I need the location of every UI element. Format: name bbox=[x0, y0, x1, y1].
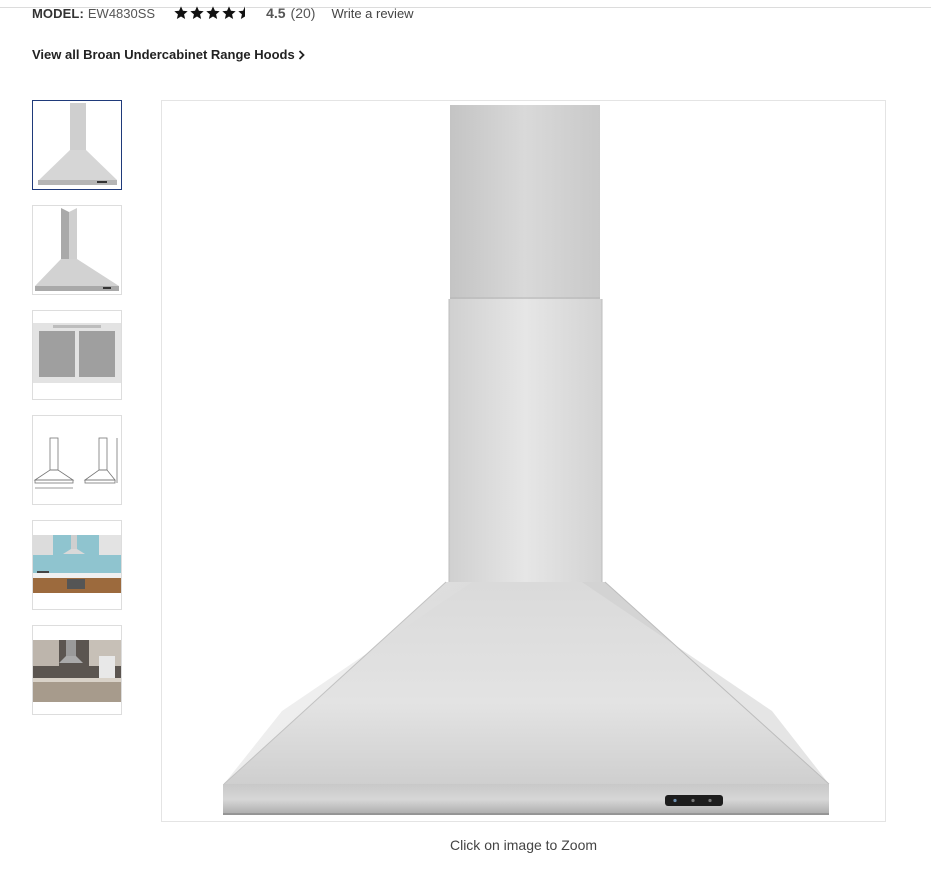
star-icon bbox=[174, 6, 188, 19]
rating-value: 4.5 bbox=[266, 5, 286, 21]
thumbnail-front-view[interactable] bbox=[32, 100, 122, 190]
range-hood-main-image bbox=[223, 105, 830, 815]
main-product-image[interactable] bbox=[161, 100, 886, 822]
thumbnail-filters-view[interactable] bbox=[32, 310, 122, 400]
view-all-collection-link[interactable]: View all Broan Undercabinet Range Hoods bbox=[32, 47, 305, 62]
dimensions-diagram-thumbnail bbox=[33, 416, 121, 504]
star-icon bbox=[222, 6, 236, 19]
range-hood-front-thumbnail bbox=[33, 101, 121, 189]
canopy-body bbox=[224, 582, 829, 784]
range-hood-angled-thumbnail bbox=[33, 206, 121, 294]
view-all-label: View all Broan Undercabinet Range Hoods bbox=[32, 47, 295, 62]
star-icon bbox=[190, 6, 204, 19]
chimney-upper bbox=[450, 105, 600, 299]
chimney-lower bbox=[449, 299, 602, 582]
thumbnail-angled-view[interactable] bbox=[32, 205, 122, 295]
zoom-caption: Click on image to Zoom bbox=[449, 837, 598, 853]
thumbnail-blue-kitchen[interactable] bbox=[32, 520, 122, 610]
thumbnail-dimensions-diagram[interactable] bbox=[32, 415, 122, 505]
product-meta-row: MODEL: EW4830SS 4.5 (20) Write a review bbox=[32, 2, 414, 24]
thumbnail-list bbox=[32, 100, 122, 730]
half-star-icon bbox=[238, 6, 252, 19]
chevron-right-icon bbox=[298, 49, 305, 60]
star-icon bbox=[206, 6, 220, 19]
review-count[interactable]: (20) bbox=[291, 5, 316, 21]
model-label: MODEL: bbox=[32, 5, 84, 21]
hood-front-strip bbox=[223, 784, 829, 815]
thumbnail-dark-kitchen[interactable] bbox=[32, 625, 122, 715]
rating-stars[interactable] bbox=[173, 4, 253, 22]
range-hood-filters-thumbnail bbox=[33, 311, 121, 399]
dark-kitchen-thumbnail bbox=[33, 626, 121, 714]
write-review-link[interactable]: Write a review bbox=[331, 6, 413, 21]
model-number: EW4830SS bbox=[87, 5, 156, 21]
blue-kitchen-thumbnail bbox=[33, 521, 121, 609]
